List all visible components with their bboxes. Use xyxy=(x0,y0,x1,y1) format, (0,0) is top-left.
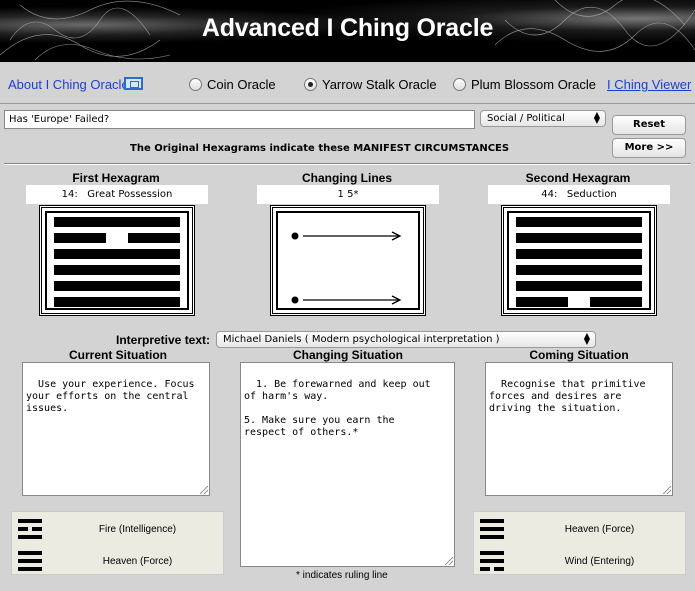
changing-line-dot xyxy=(291,296,299,304)
hexagram-line-solid xyxy=(516,281,642,291)
first-hexagram-label: 14: Great Possession xyxy=(26,185,208,204)
radio-label: Plum Blossom Oracle xyxy=(471,77,596,92)
category-select[interactable]: Social / Political ▲ ▼ xyxy=(480,110,606,127)
ruling-line-footnote: * indicates ruling line xyxy=(296,570,388,581)
trigram-name: Fire (Intelligence) xyxy=(98,523,177,535)
first-hexagram-trigrams: Fire (Intelligence) Heaven (Force) xyxy=(11,511,224,575)
divider xyxy=(4,163,691,165)
hexagram-name: Seduction xyxy=(566,189,617,200)
changing-line-dot xyxy=(291,232,299,240)
oracle-type-bar: About I Ching Oracle Coin Oracle Yarrow … xyxy=(0,62,695,104)
category-value: Social / Political xyxy=(487,113,565,124)
reset-button[interactable]: Reset xyxy=(612,115,686,135)
trigram-name: Heaven (Force) xyxy=(102,555,173,567)
radio-label: Coin Oracle xyxy=(207,77,276,92)
hexagram-line-solid xyxy=(54,297,180,307)
first-hexagram-title: First Hexagram xyxy=(72,171,160,185)
coming-situation-textarea[interactable]: Recognise that primitive forces and desi… xyxy=(485,362,673,496)
external-window-icon[interactable] xyxy=(124,77,143,90)
question-input[interactable]: Has 'Europe' Failed? xyxy=(4,110,475,129)
trigram-row: Fire (Intelligence) xyxy=(12,514,223,544)
current-situation-textarea[interactable]: Use your experience. Focus your efforts … xyxy=(22,362,210,496)
changing-lines-label: 1 5* xyxy=(257,185,439,204)
radio-coin-oracle[interactable]: Coin Oracle xyxy=(189,77,276,92)
changing-lines-figure xyxy=(270,205,426,316)
resize-grip-icon[interactable] xyxy=(200,486,208,494)
trigram-name: Wind (Entering) xyxy=(564,555,635,567)
hexagram-line-broken xyxy=(516,297,642,307)
radio-button-icon[interactable] xyxy=(453,78,466,91)
trigram-name: Heaven (Force) xyxy=(564,523,635,535)
trigram-fire-icon xyxy=(18,519,42,539)
hexagram-line-solid xyxy=(54,281,180,291)
changing-situation-title: Changing Situation xyxy=(293,348,403,362)
changing-lines-arrows xyxy=(291,231,402,305)
manifest-heading: The Original Hexagrams indicate these MA… xyxy=(130,143,510,154)
hexagram-name: Great Possession xyxy=(87,189,173,200)
about-link[interactable]: About I Ching Oracle xyxy=(8,77,129,92)
changing-lines-title: Changing Lines xyxy=(302,171,392,185)
second-hexagram-trigrams: Heaven (Force) Wind (Entering) xyxy=(473,511,686,575)
interpretation-value: Michael Daniels ( Modern psychological i… xyxy=(223,334,500,345)
radio-button-icon[interactable] xyxy=(189,78,202,91)
trigram-row: Heaven (Force) xyxy=(12,546,223,576)
more-button[interactable]: More >> xyxy=(612,138,686,158)
iching-viewer-link[interactable]: I Ching Viewer xyxy=(607,77,691,92)
radio-yarrow-stalk-oracle[interactable]: Yarrow Stalk Oracle xyxy=(304,77,437,92)
second-hexagram-figure xyxy=(501,205,657,316)
hexagram-number: 14: xyxy=(61,189,78,200)
hexagram-line-solid xyxy=(516,265,642,275)
hexagram-line-solid xyxy=(516,249,642,259)
hexagram-line-solid xyxy=(516,233,642,243)
resize-grip-icon[interactable] xyxy=(663,486,671,494)
current-situation-text: Use your experience. Focus your efforts … xyxy=(26,379,195,414)
coming-situation-text: Recognise that primitive forces and desi… xyxy=(489,379,646,414)
hexagram-line-solid xyxy=(54,265,180,275)
select-arrows-icon: ▲ ▼ xyxy=(583,331,590,346)
first-hexagram-figure xyxy=(39,205,195,316)
radio-button-selected-icon[interactable] xyxy=(304,78,317,91)
second-hexagram-title: Second Hexagram xyxy=(525,171,631,185)
title-banner: Advanced I Ching Oracle xyxy=(0,0,695,62)
resize-grip-icon[interactable] xyxy=(445,557,453,565)
trigram-wind-icon xyxy=(480,551,504,571)
changing-situation-textarea[interactable]: 1. Be forewarned and keep out of harm's … xyxy=(240,362,455,567)
radio-plum-blossom-oracle[interactable]: Plum Blossom Oracle xyxy=(453,77,596,92)
current-situation-title: Current Situation xyxy=(69,348,167,362)
trigram-heaven-icon xyxy=(480,519,504,539)
hexagram-line-broken xyxy=(54,233,180,243)
app-title: Advanced I Ching Oracle xyxy=(201,14,494,42)
interpretation-select[interactable]: Michael Daniels ( Modern psychological i… xyxy=(216,331,596,348)
second-hexagram-label: 44: Seduction xyxy=(488,185,670,204)
trigram-row: Wind (Entering) xyxy=(474,546,685,576)
radio-label: Yarrow Stalk Oracle xyxy=(322,77,437,92)
hexagram-line-solid xyxy=(516,217,642,227)
select-arrows-icon: ▲ ▼ xyxy=(593,110,600,125)
interpretive-label: Interpretive text: xyxy=(116,333,211,347)
coming-situation-title: Coming Situation xyxy=(529,348,629,362)
trigram-heaven-icon xyxy=(18,551,42,571)
hexagram-line-solid xyxy=(54,217,180,227)
trigram-row: Heaven (Force) xyxy=(474,514,685,544)
hexagram-number: 44: xyxy=(541,189,558,200)
changing-situation-text: 1. Be forewarned and keep out of harm's … xyxy=(244,379,431,438)
hexagram-line-solid xyxy=(54,249,180,259)
